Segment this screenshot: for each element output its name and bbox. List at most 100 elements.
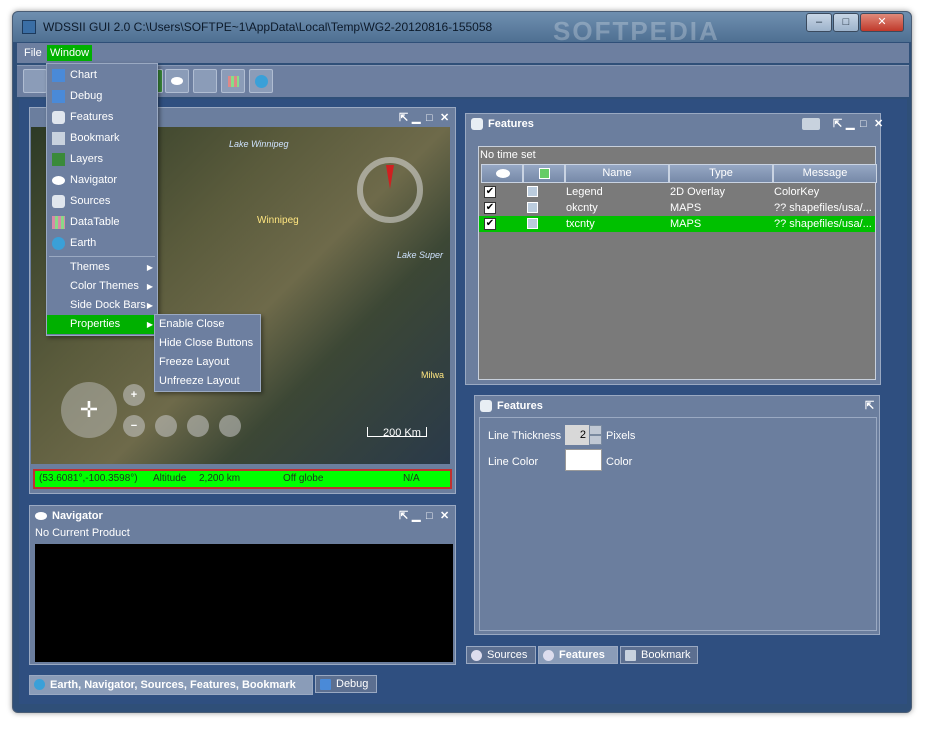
- features-minimize-button[interactable]: ▁: [846, 114, 854, 134]
- menu-item-label: Earth: [70, 237, 97, 249]
- column-type[interactable]: Type: [669, 164, 773, 183]
- row-message: ColorKey: [774, 186, 820, 198]
- features-pin-button[interactable]: ⇱: [833, 114, 842, 134]
- features-panel-header: Features ⇱ ▁ □ ✕: [466, 114, 883, 134]
- compass[interactable]: [357, 157, 423, 223]
- tab-features-label: Features: [559, 649, 605, 661]
- zoom-in-button[interactable]: +: [123, 384, 145, 406]
- pan-control[interactable]: ✛: [61, 382, 117, 438]
- earth-close-button[interactable]: ✕: [440, 108, 449, 128]
- menu-item-navigator[interactable]: Navigator: [47, 170, 157, 191]
- menu-item-properties[interactable]: Properties ▶: [47, 315, 157, 334]
- features-table: No time set Name Type Message ✔ Legend 2…: [478, 146, 877, 380]
- minimize-button[interactable]: ‒: [806, 13, 832, 32]
- menu-item-datatable[interactable]: DataTable: [47, 212, 157, 233]
- features-properties-pin-button[interactable]: ⇱: [865, 396, 874, 416]
- earth-minimize-button[interactable]: ▁: [412, 108, 420, 128]
- menu-item-color-themes[interactable]: Color Themes ▶: [47, 277, 157, 296]
- spinner-down-button[interactable]: [589, 435, 602, 445]
- status-altitude-label: Altitude: [153, 473, 187, 484]
- menu-item-enable-close[interactable]: Enable Close: [155, 315, 260, 334]
- eye-icon: [171, 77, 183, 85]
- menu-item-unfreeze-layout[interactable]: Unfreeze Layout: [155, 372, 260, 391]
- earth-status-bar: (53.6081°,-100.3598°) Altitude 2,200 km …: [33, 469, 452, 489]
- earth-pin-button[interactable]: ⇱: [399, 108, 408, 128]
- visible-checkbox[interactable]: ✔: [484, 202, 496, 214]
- column-layer[interactable]: [523, 164, 565, 183]
- menu-item-side-dock-bars[interactable]: Side Dock Bars ▶: [47, 296, 157, 315]
- maximize-button[interactable]: □: [833, 13, 859, 32]
- sources-icon: [471, 650, 482, 661]
- navigator-title: Navigator: [52, 510, 103, 522]
- status-globe: Off globe: [283, 473, 324, 484]
- menu-item-earth[interactable]: Earth: [47, 233, 157, 254]
- column-visible[interactable]: [481, 164, 523, 183]
- properties-submenu: Enable Close Hide Close Buttons Freeze L…: [154, 314, 261, 392]
- column-message[interactable]: Message: [773, 164, 877, 183]
- menu-item-freeze-layout[interactable]: Freeze Layout: [155, 353, 260, 372]
- features-icon: [543, 650, 554, 661]
- navigator-view[interactable]: [35, 544, 453, 662]
- chart-icon: [52, 69, 65, 82]
- rotate-button[interactable]: [155, 415, 177, 437]
- menu-item-features[interactable]: Features: [47, 107, 157, 128]
- line-color-swatch[interactable]: [565, 449, 602, 471]
- row-type: MAPS: [670, 202, 702, 214]
- zoom-out-button[interactable]: −: [123, 415, 145, 437]
- line-thickness-input[interactable]: 2: [565, 425, 589, 445]
- table-row[interactable]: ✔ Legend 2D Overlay ColorKey: [479, 184, 875, 200]
- tab-bookmark[interactable]: Bookmark: [620, 646, 698, 664]
- status-altitude: 2,200 km: [199, 473, 241, 484]
- tab-sources[interactable]: Sources: [466, 646, 536, 664]
- menu-file[interactable]: File: [21, 45, 45, 61]
- earth-maximize-button[interactable]: □: [426, 108, 433, 128]
- table-row-selected[interactable]: ✔ txcnty MAPS ?? shapefiles/usa/...: [479, 216, 875, 232]
- close-button[interactable]: ✕: [860, 13, 904, 32]
- menu-separator: [49, 256, 155, 257]
- datatable-icon: [52, 216, 65, 229]
- row-name: okcnty: [566, 202, 598, 214]
- navigator-minimize-button[interactable]: ▁: [412, 506, 420, 526]
- tab-earth-group[interactable]: Earth, Navigator, Sources, Features, Boo…: [29, 675, 313, 695]
- menu-item-label: Sources: [70, 195, 111, 207]
- menu-window[interactable]: Window: [47, 45, 93, 61]
- exaggerate-button[interactable]: [219, 415, 241, 437]
- debug-icon: [320, 679, 331, 690]
- navigator-close-button[interactable]: ✕: [440, 506, 449, 526]
- bookmark-cart-icon[interactable]: [802, 118, 820, 130]
- tab-sources-label: Sources: [487, 649, 528, 661]
- toolbar-navigator-button[interactable]: [165, 69, 189, 93]
- map-label-lake-superior: Lake Super: [397, 250, 444, 260]
- earth-icon: [34, 679, 45, 690]
- menu-item-bookmark[interactable]: Bookmark: [47, 128, 157, 149]
- tilt-button[interactable]: [187, 415, 209, 437]
- visible-checkbox[interactable]: ✔: [484, 218, 496, 230]
- menu-item-label: Debug: [70, 90, 103, 102]
- toolbar-earth-button[interactable]: [249, 69, 273, 93]
- title-bar[interactable]: WDSSII GUI 2.0 C:\Users\SOFTPE~1\AppData…: [13, 12, 911, 46]
- tab-debug[interactable]: Debug: [315, 675, 377, 693]
- navigator-pin-button[interactable]: ⇱: [399, 506, 408, 526]
- tab-features[interactable]: Features: [538, 646, 618, 664]
- menu-bar: File Window: [17, 43, 909, 63]
- table-row[interactable]: ✔ okcnty MAPS ?? shapefiles/usa/...: [479, 200, 875, 216]
- toolbar-sources-button[interactable]: [193, 69, 217, 93]
- visible-checkbox[interactable]: ✔: [484, 186, 496, 198]
- menu-item-chart[interactable]: Chart: [47, 65, 157, 86]
- spinner-up-button[interactable]: [589, 425, 602, 435]
- menu-item-debug[interactable]: Debug: [47, 86, 157, 107]
- status-na: N/A: [403, 473, 420, 484]
- eye-icon: [35, 512, 47, 520]
- toolbar-datatable-button[interactable]: [221, 69, 245, 93]
- menu-item-layers[interactable]: Layers: [47, 149, 157, 170]
- column-name[interactable]: Name: [565, 164, 669, 183]
- menu-item-hide-close-buttons[interactable]: Hide Close Buttons: [155, 334, 260, 353]
- menu-item-themes[interactable]: Themes ▶: [47, 258, 157, 277]
- features-close-button[interactable]: ✕: [874, 114, 883, 134]
- toolbar-chart-button[interactable]: [23, 69, 47, 93]
- menu-item-sources[interactable]: Sources: [47, 191, 157, 212]
- navigator-maximize-button[interactable]: □: [426, 506, 433, 526]
- features-maximize-button[interactable]: □: [860, 114, 867, 134]
- menu-item-label: Layers: [70, 153, 104, 165]
- features-properties-panel: Features ⇱ Line Thickness 2 Pixels Line …: [474, 395, 880, 635]
